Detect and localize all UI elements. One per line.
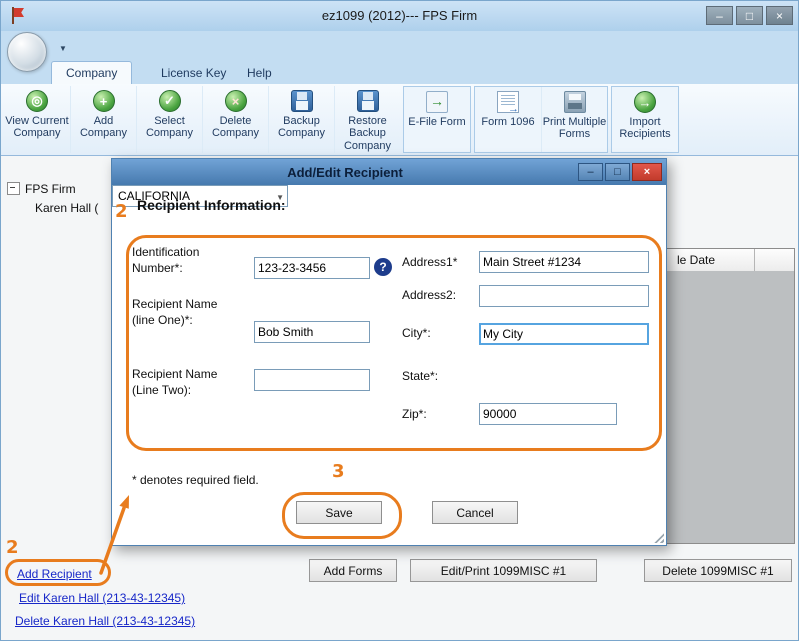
- save-button[interactable]: Save: [296, 501, 382, 524]
- restore-backup-company-icon: [357, 90, 379, 112]
- app-menu-orb[interactable]: [7, 32, 47, 72]
- print-multiple-forms-icon: [564, 91, 586, 113]
- select-company-icon: [159, 90, 181, 112]
- tree-item-label: Karen Hall (: [35, 201, 98, 215]
- window-title: ez1099 (2012)--- FPS Firm: [1, 8, 798, 23]
- recipient-name-two-input[interactable]: [254, 369, 370, 391]
- annotation-step-2-link: 2: [6, 537, 19, 558]
- ribbon-button-label: Form 1096: [481, 116, 534, 128]
- backup-company-icon: [291, 90, 313, 112]
- app-window: ez1099 (2012)--- FPS Firm – □ × Company …: [0, 0, 799, 641]
- address1-label: Address1*: [402, 255, 457, 271]
- add-forms-button[interactable]: Add Forms: [309, 559, 397, 582]
- ribbon-group-efile: E-File Form: [403, 86, 471, 153]
- form-1096-button[interactable]: Form 1096: [475, 87, 541, 152]
- edit-karen-hall-link[interactable]: Edit Karen Hall (213-43-12345): [19, 591, 185, 605]
- edit-print-1099misc-button[interactable]: Edit/Print 1099MISC #1: [410, 559, 597, 582]
- ribbon: View Current Company Add Company Select …: [1, 84, 798, 156]
- address1-input[interactable]: [479, 251, 649, 273]
- delete-1099misc-button[interactable]: Delete 1099MISC #1: [644, 559, 792, 582]
- state-label: State*:: [402, 369, 438, 385]
- recipient-name-one-label: Recipient Name (line One)*:: [132, 297, 227, 328]
- dialog-maximize-button[interactable]: □: [605, 163, 630, 181]
- city-label: City*:: [402, 326, 431, 342]
- tab-help[interactable]: Help: [233, 62, 286, 84]
- ribbon-button-label: Select Company: [137, 115, 202, 140]
- ribbon-group-company: View Current Company Add Company Select …: [4, 86, 400, 153]
- dialog-close-button[interactable]: ×: [632, 163, 662, 181]
- annotation-step-2: 2: [115, 201, 128, 222]
- form-1096-icon: [497, 91, 519, 113]
- ribbon-button-label: Print Multiple Forms: [542, 116, 607, 141]
- ribbon-group-import: Import Recipients: [611, 86, 679, 153]
- resize-grip[interactable]: [652, 531, 664, 543]
- address2-label: Address2:: [402, 288, 456, 304]
- delete-karen-hall-link[interactable]: Delete Karen Hall (213-43-12345): [15, 614, 195, 628]
- annotation-step-3: 3: [332, 461, 345, 482]
- recipient-name-two-label: Recipient Name (Line Two):: [132, 367, 227, 398]
- ribbon-button-label: Add Company: [71, 115, 136, 140]
- view-current-company-icon: [26, 90, 48, 112]
- quick-access-dropdown-icon[interactable]: [59, 38, 67, 56]
- required-field-note: * denotes required field.: [132, 473, 259, 487]
- efile-form-button[interactable]: E-File Form: [404, 87, 470, 152]
- city-input[interactable]: [479, 323, 649, 345]
- tree-item-fps-firm[interactable]: FPS Firm: [7, 179, 98, 198]
- grid-body: [666, 271, 794, 543]
- delete-company-icon: [225, 90, 247, 112]
- ribbon-group-forms: Form 1096 Print Multiple Forms: [474, 86, 608, 153]
- zip-input[interactable]: [479, 403, 617, 425]
- recipient-information-heading: Recipient Information:: [137, 197, 286, 213]
- identification-number-input[interactable]: [254, 257, 370, 279]
- dialog-body: 2 Recipient Information: Identification …: [112, 185, 666, 545]
- tab-strip: Company License Key Help: [1, 31, 798, 84]
- forms-grid: le Date: [665, 248, 795, 544]
- delete-company-button[interactable]: Delete Company: [202, 86, 268, 153]
- ribbon-button-label: Delete Company: [203, 115, 268, 140]
- select-company-button[interactable]: Select Company: [136, 86, 202, 153]
- tree-item-karen-hall[interactable]: Karen Hall (: [7, 198, 98, 217]
- grid-header-row: le Date: [666, 249, 794, 272]
- ribbon-button-label: Import Recipients: [612, 116, 678, 141]
- tree-collapse-icon[interactable]: [7, 182, 20, 195]
- add-company-button[interactable]: Add Company: [70, 86, 136, 153]
- maximize-button[interactable]: □: [736, 6, 763, 25]
- cancel-button[interactable]: Cancel: [432, 501, 518, 524]
- help-icon[interactable]: ?: [374, 258, 392, 276]
- minimize-button[interactable]: –: [706, 6, 733, 25]
- ribbon-button-label: Backup Company: [269, 115, 334, 140]
- import-recipients-icon: [634, 91, 656, 113]
- restore-backup-company-button[interactable]: Restore Backup Company: [334, 86, 400, 153]
- ribbon-button-label: View Current Company: [4, 115, 70, 140]
- dialog-window-controls: – □ ×: [578, 163, 662, 181]
- grid-column-header[interactable]: le Date: [666, 253, 715, 267]
- zip-label: Zip*:: [402, 407, 427, 423]
- dialog-titlebar[interactable]: Add/Edit Recipient – □ ×: [112, 159, 666, 185]
- add-edit-recipient-dialog: Add/Edit Recipient – □ × 2 Recipient Inf…: [111, 158, 667, 546]
- close-button[interactable]: ×: [766, 6, 793, 25]
- dialog-minimize-button[interactable]: –: [578, 163, 603, 181]
- grid-column-divider: [754, 249, 755, 271]
- tab-company[interactable]: Company: [51, 61, 132, 84]
- efile-form-icon: [426, 91, 448, 113]
- company-tree: FPS Firm Karen Hall (: [7, 179, 98, 217]
- ribbon-button-label: E-File Form: [408, 116, 465, 128]
- add-recipient-link[interactable]: Add Recipient: [17, 567, 92, 581]
- ribbon-button-label: Restore Backup Company: [335, 115, 400, 152]
- window-controls: – □ ×: [706, 6, 793, 25]
- tree-item-label: FPS Firm: [25, 182, 76, 196]
- dialog-title: Add/Edit Recipient: [112, 165, 578, 180]
- window-titlebar[interactable]: ez1099 (2012)--- FPS Firm – □ ×: [1, 1, 798, 32]
- add-company-icon: [93, 90, 115, 112]
- identification-number-label: Identification Number*:: [132, 245, 227, 276]
- backup-company-button[interactable]: Backup Company: [268, 86, 334, 153]
- print-multiple-forms-button[interactable]: Print Multiple Forms: [541, 87, 607, 152]
- tab-license-key[interactable]: License Key: [147, 62, 240, 84]
- import-recipients-button[interactable]: Import Recipients: [612, 87, 678, 152]
- recipient-name-one-input[interactable]: [254, 321, 370, 343]
- address2-input[interactable]: [479, 285, 649, 307]
- view-current-company-button[interactable]: View Current Company: [4, 86, 70, 153]
